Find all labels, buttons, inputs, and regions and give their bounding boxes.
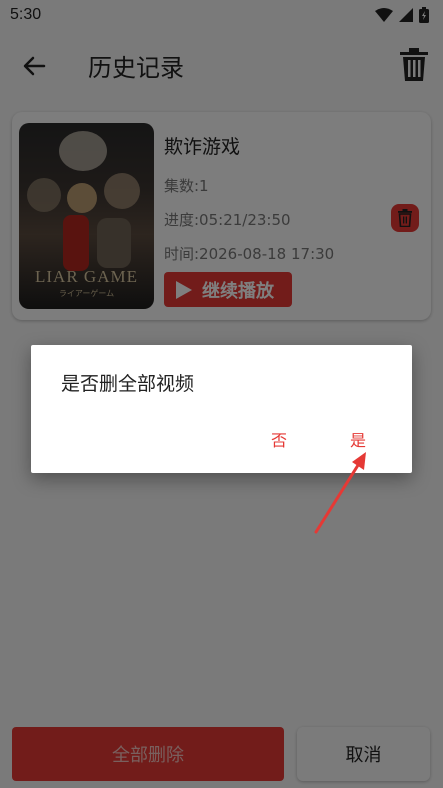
dialog-message: 是否删全部视频 [61, 373, 195, 395]
dialog-no-button[interactable]: 否 [271, 427, 287, 451]
annotation-arrow-icon [314, 452, 366, 534]
